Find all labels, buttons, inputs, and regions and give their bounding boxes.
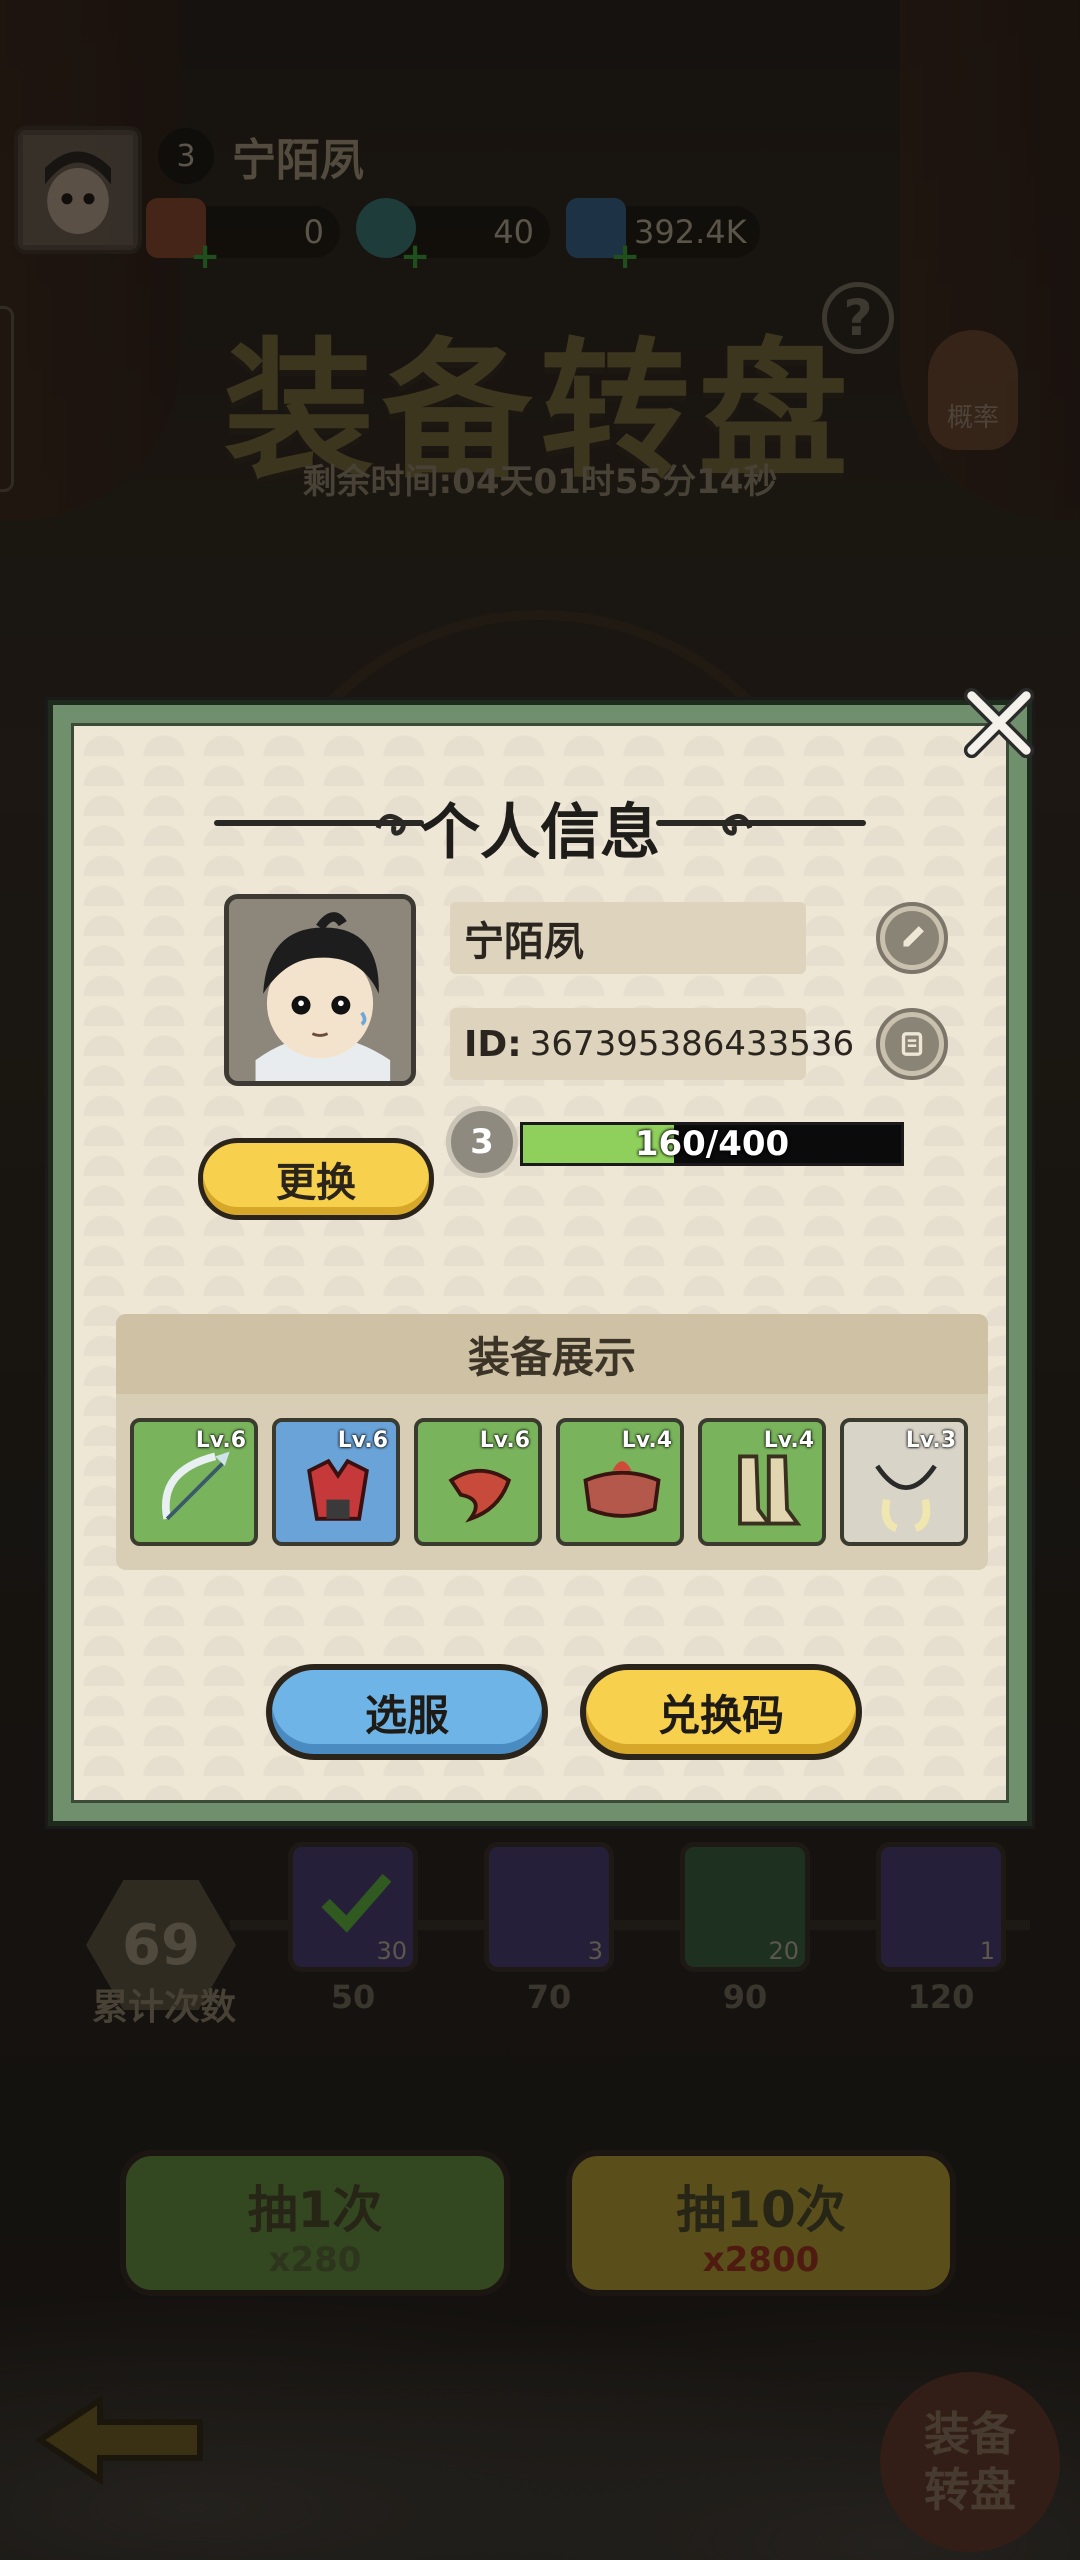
- belt-icon: [583, 1461, 661, 1518]
- xp-progress-text: 160/400: [634, 1124, 790, 1164]
- select-server-button[interactable]: 选服: [266, 1664, 548, 1760]
- necklace-icon: [875, 1464, 937, 1533]
- dialog-title: 个人信息: [420, 798, 660, 868]
- boots-icon: [738, 1454, 802, 1526]
- redeem-code-button[interactable]: 兑换码: [580, 1664, 862, 1760]
- equipment-showcase: 装备展示 Lv.6 Lv.6 Lv.6 Lv.4 Lv.4 Lv.3: [116, 1314, 988, 1570]
- player-name-field: 宁陌夙: [450, 902, 806, 974]
- equipment-slot[interactable]: Lv.4: [698, 1418, 826, 1546]
- equipment-slot[interactable]: Lv.6: [414, 1418, 542, 1546]
- close-icon[interactable]: [960, 684, 1038, 762]
- brush-icon: [885, 911, 939, 965]
- player-id-field: ID: 367395386433536: [450, 1008, 854, 1080]
- bow-icon: [162, 1451, 230, 1521]
- equipment-level: Lv.3: [905, 1428, 956, 1453]
- equipment-slot[interactable]: Lv.6: [130, 1418, 258, 1546]
- equipment-level: Lv.6: [479, 1428, 530, 1453]
- change-avatar-button[interactable]: 更换: [198, 1138, 434, 1220]
- character-portrait-icon: [229, 899, 411, 1081]
- armor-icon: [307, 1458, 369, 1521]
- player-id-value: 367395386433536: [529, 1024, 855, 1064]
- profile-dialog-body: 个人信息 更换 宁陌夙 ID: 367395386433536 3 160/40…: [71, 723, 1009, 1803]
- player-level-badge: 3: [446, 1106, 518, 1178]
- equipment-level: Lv.4: [763, 1428, 814, 1453]
- equipment-showcase-title: 装备展示: [116, 1314, 988, 1394]
- xp-progress-bar: 160/400: [520, 1122, 904, 1166]
- equipment-level: Lv.6: [195, 1428, 246, 1453]
- equipment-slot[interactable]: Lv.4: [556, 1418, 684, 1546]
- equipment-slot[interactable]: Lv.6: [272, 1418, 400, 1546]
- profile-dialog: 个人信息 更换 宁陌夙 ID: 367395386433536 3 160/40…: [48, 700, 1032, 1826]
- equipment-level: Lv.4: [621, 1428, 672, 1453]
- copy-id-button[interactable]: [876, 1008, 948, 1080]
- player-avatar[interactable]: [224, 894, 416, 1086]
- equipment-slot[interactable]: Lv.3: [840, 1418, 968, 1546]
- equipment-level: Lv.6: [337, 1428, 388, 1453]
- copy-icon: [885, 1017, 939, 1071]
- edit-name-button[interactable]: [876, 902, 948, 974]
- scarf-icon: [448, 1468, 512, 1523]
